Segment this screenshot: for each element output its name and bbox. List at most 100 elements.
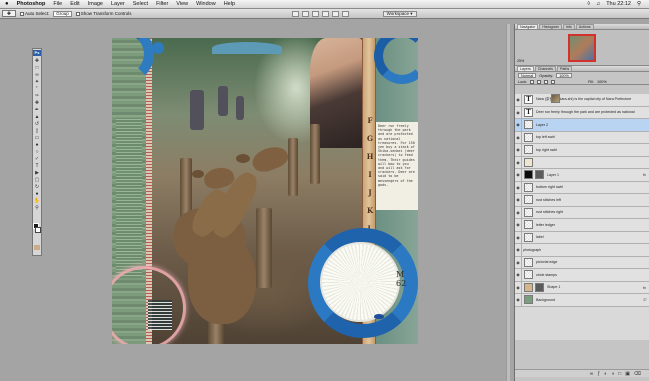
align-center-button[interactable] (331, 10, 339, 17)
menu-window[interactable]: Window (196, 1, 216, 7)
visibility-eye-icon[interactable]: ◉ (515, 219, 522, 231)
new-layer-icon[interactable]: ▣ (625, 371, 630, 377)
layer-row[interactable]: ◉ T Nara (奈良市, Nara-shi) is the capital ci… (515, 94, 649, 107)
lock-position-icon[interactable] (544, 79, 549, 84)
visibility-eye-icon[interactable]: ◉ (515, 169, 522, 181)
layer-row[interactable]: ◉ pictorial edge (515, 256, 649, 269)
visibility-eye-icon[interactable]: ◉ (515, 181, 522, 193)
gradient-tool-icon[interactable]: ▭ (33, 135, 41, 141)
menu-select[interactable]: Select (133, 1, 148, 7)
visibility-eye-icon[interactable]: ◉ (515, 156, 522, 168)
hand-tool-icon[interactable]: ✋ (33, 198, 41, 204)
add-style-icon[interactable]: ƒ (597, 371, 600, 377)
lock-image-icon[interactable] (537, 79, 542, 84)
eraser-tool-icon[interactable]: ▯ (33, 128, 41, 134)
move-tool-icon[interactable]: ✚ (33, 58, 41, 64)
visibility-eye-icon[interactable]: ◉ (515, 281, 522, 293)
align-top-button[interactable] (291, 10, 299, 17)
workspace-button[interactable]: Workspace ▾ (382, 10, 417, 17)
type-tool-icon[interactable]: T (33, 163, 41, 169)
background-color-swatch[interactable] (35, 227, 41, 233)
navigator-thumbnail[interactable] (568, 34, 596, 62)
healing-brush-icon[interactable]: ✚ (33, 100, 41, 106)
tab-histogram[interactable]: Histogram (539, 24, 562, 29)
menu-layer[interactable]: Layer (111, 1, 125, 7)
layer-row[interactable]: ◉ circle stamps (515, 269, 649, 282)
adjustment-layer-icon[interactable]: ◑ (611, 371, 614, 377)
layer-row[interactable]: ◉ Background ⚿ (515, 294, 649, 307)
quick-mask-button[interactable] (34, 245, 40, 250)
path-select-icon[interactable]: ▶ (33, 170, 41, 176)
link-layers-icon[interactable]: ∞ (590, 371, 594, 377)
visibility-eye-icon[interactable]: ◉ (515, 144, 522, 156)
align-right-button[interactable] (341, 10, 349, 17)
menubar-clock[interactable]: Thu 22:12 (606, 1, 631, 7)
eyedropper-tool-icon[interactable]: ✑ (33, 93, 41, 99)
auto-select-checkbox[interactable]: Auto Select: (20, 11, 49, 16)
dodge-tool-icon[interactable]: ○ (33, 149, 41, 155)
layer-row[interactable]: ◉ photograph (515, 94, 649, 257)
layer-row[interactable]: ◉ label (515, 231, 649, 244)
align-middle-button[interactable] (301, 10, 309, 17)
lock-all-icon[interactable] (551, 79, 556, 84)
quick-select-tool-icon[interactable]: ✦ (33, 79, 41, 85)
visibility-eye-icon[interactable]: ◉ (515, 106, 522, 118)
lock-transparent-icon[interactable] (530, 79, 535, 84)
tab-actions[interactable]: Actions (575, 24, 594, 29)
menu-app-name[interactable]: Photoshop (17, 1, 46, 7)
visibility-eye-icon[interactable]: ◉ (515, 119, 522, 131)
blur-tool-icon[interactable]: ● (33, 142, 41, 148)
canvas-scrollbar[interactable] (506, 24, 510, 381)
3d-camera-icon[interactable]: ● (33, 191, 41, 197)
stamp-tool-icon[interactable]: ▲ (33, 114, 41, 120)
layer-row[interactable]: ◉ top right swirl (515, 144, 649, 157)
apple-icon[interactable]: ● (5, 1, 9, 7)
visibility-eye-icon[interactable]: ◉ (515, 206, 522, 218)
fill-field[interactable]: 100% (597, 80, 607, 84)
move-tool-preset[interactable]: ✚ (2, 10, 16, 17)
document-canvas[interactable]: F G H I J K L Deer run freely through th… (112, 38, 418, 344)
visibility-eye-icon[interactable]: ◉ (515, 256, 522, 268)
align-left-button[interactable] (321, 10, 329, 17)
layer-row[interactable]: ◉ Layer 1 fx (515, 169, 649, 182)
color-swatches[interactable] (33, 223, 41, 237)
show-transform-checkbox[interactable]: Show Transform Controls (75, 11, 132, 16)
shape-tool-icon[interactable]: ▢ (33, 177, 41, 183)
3d-rotate-icon[interactable]: ↻ (33, 184, 41, 190)
menu-edit[interactable]: Edit (70, 1, 79, 7)
history-brush-icon[interactable]: ↺ (33, 121, 41, 127)
layer-effects-icon[interactable]: fx (643, 172, 649, 177)
marquee-tool-icon[interactable]: □ (33, 65, 41, 71)
zoom-tool-icon[interactable]: ⚲ (33, 205, 41, 211)
align-bottom-button[interactable] (311, 10, 319, 17)
layer-row[interactable]: ◉ top left swirl (515, 131, 649, 144)
add-mask-icon[interactable]: ◐ (604, 371, 607, 377)
visibility-eye-icon[interactable]: ◉ (515, 269, 522, 281)
lasso-tool-icon[interactable]: ∞ (33, 72, 41, 78)
volume-icon[interactable]: ♫ (596, 1, 600, 7)
layer-row[interactable]: ◉ (515, 156, 649, 169)
layer-row[interactable]: ◉ bottom right swirl (515, 181, 649, 194)
wifi-icon[interactable]: ◊ (587, 1, 590, 7)
new-group-icon[interactable]: □ (618, 371, 621, 377)
layer-row[interactable]: ◉ rust stitches left (515, 194, 649, 207)
menu-filter[interactable]: Filter (156, 1, 168, 7)
menu-view[interactable]: View (176, 1, 188, 7)
layer-row[interactable]: ◉ Shape 1 fx (515, 281, 649, 294)
tab-paths[interactable]: Paths (556, 66, 573, 71)
menu-image[interactable]: Image (88, 1, 103, 7)
auto-select-dropdown[interactable]: Group (53, 10, 72, 17)
spotlight-icon[interactable]: ⚲ (637, 1, 641, 7)
layer-row-selected[interactable]: ◉ Layer 2 (515, 119, 649, 132)
visibility-eye-icon[interactable]: ◉ (515, 231, 522, 243)
tab-channels[interactable]: Channels (534, 66, 556, 71)
visibility-eye-icon[interactable]: ◉ (515, 244, 522, 256)
layer-row[interactable]: ◉ letter ledger (515, 219, 649, 232)
visibility-eye-icon[interactable]: ◉ (515, 131, 522, 143)
opacity-field[interactable]: 100% (556, 73, 572, 78)
menu-file[interactable]: File (53, 1, 62, 7)
pen-tool-icon[interactable]: ✓ (33, 156, 41, 162)
crop-tool-icon[interactable]: ⌜ (33, 86, 41, 92)
layer-row[interactable]: ◉ rust stitches right (515, 206, 649, 219)
blend-mode-dropdown[interactable]: Normal (518, 73, 537, 78)
